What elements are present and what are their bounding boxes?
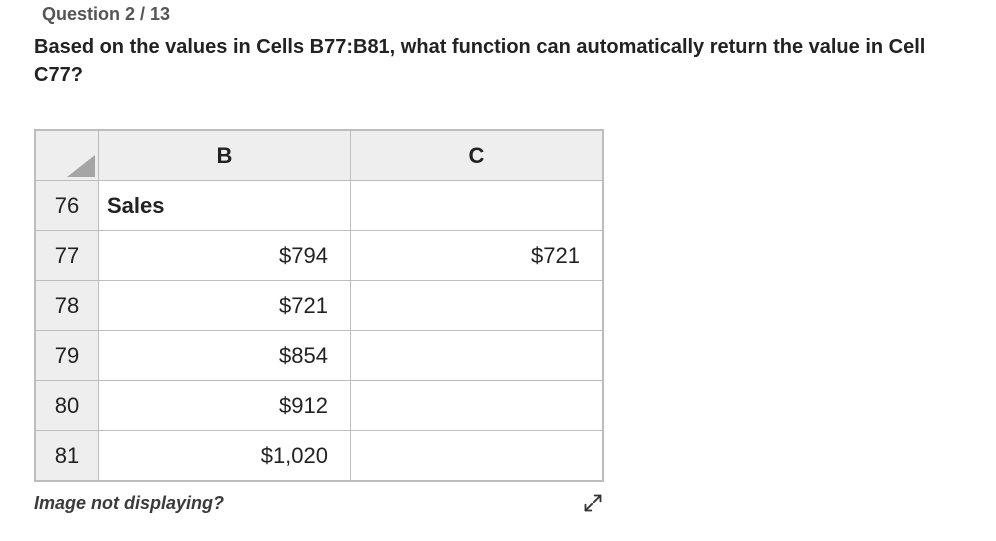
expand-icon[interactable] <box>582 492 604 514</box>
cell-value-c <box>351 181 603 231</box>
row-number: 79 <box>36 331 99 381</box>
cell-value-b: $912 <box>99 381 351 431</box>
image-not-displaying-link[interactable]: Image not displaying? <box>34 493 224 514</box>
spreadsheet-table: B C 76Sales77$794$72178$72179$85480$9128… <box>35 130 603 481</box>
header-row: B C <box>36 131 603 181</box>
table-row: 80$912 <box>36 381 603 431</box>
cell-value-c <box>351 331 603 381</box>
cell-value-c <box>351 381 603 431</box>
column-header-b: B <box>99 131 351 181</box>
table-row: 78$721 <box>36 281 603 331</box>
question-number: Question 2 / 13 <box>42 4 972 25</box>
select-all-corner <box>36 131 99 181</box>
cell-value-c <box>351 431 603 481</box>
row-number: 78 <box>36 281 99 331</box>
table-row: 79$854 <box>36 331 603 381</box>
cell-value-b: $1,020 <box>99 431 351 481</box>
cell-value-b: $854 <box>99 331 351 381</box>
cell-value-b: $721 <box>99 281 351 331</box>
cell-value-b: $794 <box>99 231 351 281</box>
spreadsheet-image: B C 76Sales77$794$72178$72179$85480$9128… <box>34 129 604 482</box>
row-number: 80 <box>36 381 99 431</box>
cell-value-c: $721 <box>351 231 603 281</box>
column-header-c: C <box>351 131 603 181</box>
table-row: 77$794$721 <box>36 231 603 281</box>
row-number: 76 <box>36 181 99 231</box>
table-row: 81$1,020 <box>36 431 603 481</box>
cell-value-c <box>351 281 603 331</box>
row-number: 77 <box>36 231 99 281</box>
table-row: 76Sales <box>36 181 603 231</box>
question-prompt: Based on the values in Cells B77:B81, wh… <box>34 33 972 89</box>
cell-label: Sales <box>99 181 351 231</box>
row-number: 81 <box>36 431 99 481</box>
